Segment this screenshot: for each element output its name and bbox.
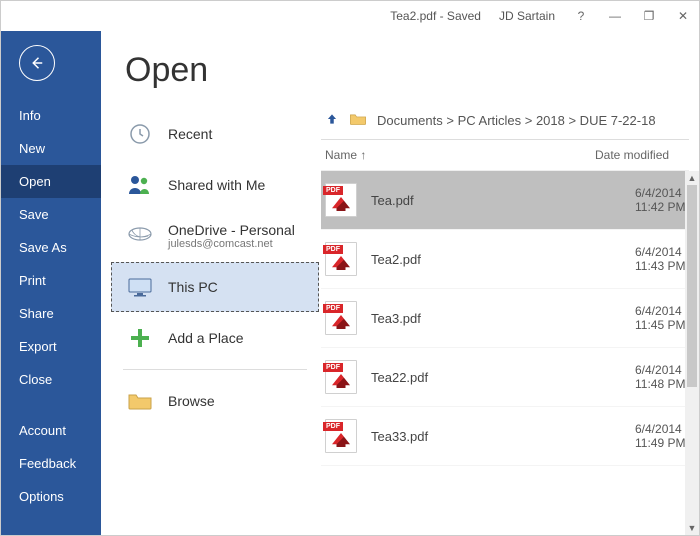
location-sublabel: julesds@comcast.net [168,238,295,250]
restore-button[interactable]: ❐ [641,9,657,23]
location-onedrive[interactable]: OneDrive - Personal julesds@comcast.net [111,211,319,261]
back-button[interactable] [19,45,55,81]
file-name: Tea3.pdf [371,311,621,326]
location-addplace[interactable]: Add a Place [111,313,319,363]
file-date: 6/4/2014 11:49 PM [635,422,689,450]
file-list: Tea.pdf 6/4/2014 11:42 PM Tea2.pdf 6/4/2014… [321,171,699,535]
back-arrow-icon [28,54,46,72]
location-recent[interactable]: Recent [111,109,319,159]
page-title: Open [101,31,699,108]
file-name: Tea.pdf [371,193,621,208]
nav-export[interactable]: Export [1,330,101,363]
breadcrumb-path[interactable]: Documents > PC Articles > 2018 > DUE 7-2… [377,113,656,128]
file-date: 6/4/2014 11:48 PM [635,363,689,391]
folder-icon [126,387,154,415]
column-date[interactable]: Date modified [595,148,689,162]
location-label: Shared with Me [168,177,265,193]
plus-icon [126,324,154,352]
monitor-icon [126,273,154,301]
minimize-button[interactable]: — [607,9,623,23]
location-thispc[interactable]: This PC [111,262,319,312]
scroll-track[interactable] [685,185,699,521]
location-label: Recent [168,126,212,142]
nav-options[interactable]: Options [1,480,101,513]
nav-feedback[interactable]: Feedback [1,447,101,480]
location-label: OneDrive - Personal [168,222,295,238]
people-icon [126,171,154,199]
titlebar: Tea2.pdf - Saved JD Sartain ? — ❐ ✕ [1,1,699,31]
location-label: Browse [168,393,215,409]
file-row[interactable]: Tea2.pdf 6/4/2014 11:43 PM [321,230,689,289]
location-label: This PC [168,279,218,295]
nav-info[interactable]: Info [1,99,101,132]
clock-icon [126,120,154,148]
nav-account[interactable]: Account [1,414,101,447]
file-browser: Documents > PC Articles > 2018 > DUE 7-2… [321,108,699,535]
nav-print[interactable]: Print [1,264,101,297]
locations-list: Recent Shared with Me OneDrive - Persona… [101,108,321,535]
user-name[interactable]: JD Sartain [499,9,555,23]
nav-new[interactable]: New [1,132,101,165]
scroll-up-icon[interactable]: ▲ [685,171,699,185]
file-row[interactable]: Tea33.pdf 6/4/2014 11:49 PM [321,407,689,466]
file-row[interactable]: Tea22.pdf 6/4/2014 11:48 PM [321,348,689,407]
close-button[interactable]: ✕ [675,9,691,23]
location-label: Add a Place [168,330,244,346]
nav-save[interactable]: Save [1,198,101,231]
separator [123,369,307,370]
up-one-level-button[interactable] [325,112,339,129]
pdf-icon [325,419,357,453]
file-row[interactable]: Tea.pdf 6/4/2014 11:42 PM [321,171,689,230]
help-button[interactable]: ? [573,9,589,23]
nav-save-as[interactable]: Save As [1,231,101,264]
file-date: 6/4/2014 11:45 PM [635,304,689,332]
file-name: Tea22.pdf [371,370,621,385]
column-name[interactable]: Name ↑ [325,148,595,162]
nav-share[interactable]: Share [1,297,101,330]
folder-small-icon [349,112,367,129]
pdf-icon [325,183,357,217]
content-area: Open Recent Shared with Me OneDrive - Pe… [101,31,699,535]
file-name: Tea2.pdf [371,252,621,267]
pdf-icon [325,301,357,335]
breadcrumb: Documents > PC Articles > 2018 > DUE 7-2… [321,108,689,140]
backstage-sidebar: Info New Open Save Save As Print Share E… [1,31,101,535]
file-name: Tea33.pdf [371,429,621,444]
file-date: 6/4/2014 11:43 PM [635,245,689,273]
file-list-header: Name ↑ Date modified [321,140,689,171]
pdf-icon [325,360,357,394]
nav-close[interactable]: Close [1,363,101,396]
scrollbar[interactable]: ▲ ▼ [685,171,699,535]
file-date: 6/4/2014 11:42 PM [635,186,689,214]
scroll-down-icon[interactable]: ▼ [685,521,699,535]
file-row[interactable]: Tea3.pdf 6/4/2014 11:45 PM [321,289,689,348]
window-title: Tea2.pdf - Saved [390,9,481,23]
scroll-thumb[interactable] [687,185,697,387]
pdf-icon [325,242,357,276]
sort-asc-icon: ↑ [360,148,366,162]
location-browse[interactable]: Browse [111,376,319,426]
location-shared[interactable]: Shared with Me [111,160,319,210]
onedrive-icon [126,222,154,250]
nav-open[interactable]: Open [1,165,101,198]
